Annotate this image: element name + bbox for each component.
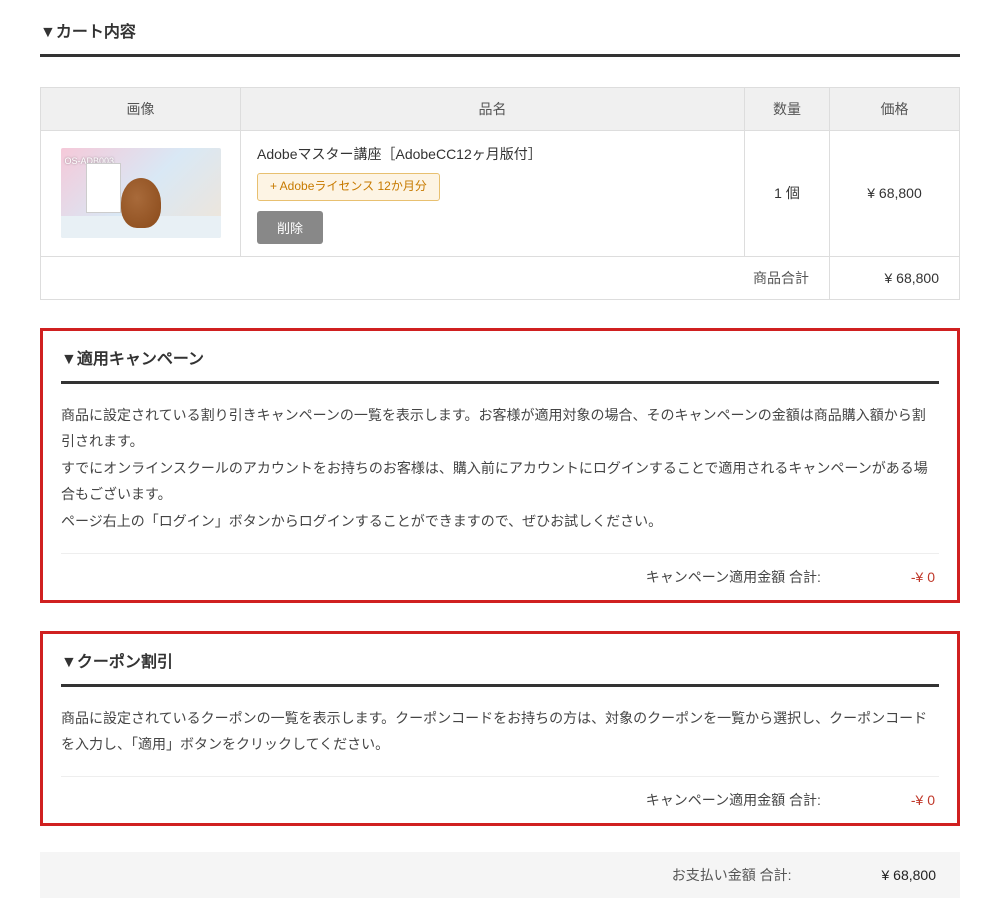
th-image: 画像	[41, 87, 241, 130]
subtotal-value: ¥ 68,800	[830, 256, 960, 299]
total-value: ¥ 68,800	[882, 864, 937, 886]
coupon-title: ▼クーポン割引	[61, 650, 939, 687]
total-label: お支払い金額 合計:	[672, 864, 792, 886]
campaign-section: ▼適用キャンペーン 商品に設定されている割り引きキャンペーンの一覧を表示します。…	[40, 328, 960, 603]
campaign-amount-label: キャンペーン適用金額 合計:	[646, 566, 821, 588]
th-price: 価格	[830, 87, 960, 130]
coupon-desc: 商品に設定されているクーポンの一覧を表示します。クーポンコードをお持ちの方は、対…	[61, 705, 939, 758]
delete-button[interactable]: 削除	[257, 211, 323, 244]
license-badge: + Adobeライセンス 12か月分	[257, 173, 440, 200]
th-name: 品名	[241, 87, 745, 130]
cell-image: OS-ADB003	[41, 130, 241, 256]
product-thumbnail: OS-ADB003	[61, 148, 221, 238]
coupon-amount-row: キャンペーン適用金額 合計: -¥ 0	[61, 776, 939, 823]
cart-section: ▼カート内容 画像 品名 数量 価格 OS-ADB003 Ad	[40, 20, 960, 300]
cart-table: 画像 品名 数量 価格 OS-ADB003 Adobeマスター講座［AdobeC…	[40, 87, 960, 300]
subtotal-label: 商品合計	[41, 256, 830, 299]
cart-title: ▼カート内容	[40, 20, 960, 57]
coupon-amount-value: -¥ 0	[911, 789, 935, 811]
cell-price: ¥ 68,800	[830, 130, 960, 256]
cell-qty: 1 個	[745, 130, 830, 256]
coupon-amount-label: キャンペーン適用金額 合計:	[646, 789, 821, 811]
coupon-section: ▼クーポン割引 商品に設定されているクーポンの一覧を表示します。クーポンコードを…	[40, 631, 960, 826]
th-qty: 数量	[745, 87, 830, 130]
subtotal-row: 商品合計 ¥ 68,800	[41, 256, 960, 299]
campaign-amount-row: キャンペーン適用金額 合計: -¥ 0	[61, 553, 939, 600]
campaign-desc: 商品に設定されている割り引きキャンペーンの一覧を表示します。お客様が適用対象の場…	[61, 402, 939, 535]
campaign-title: ▼適用キャンペーン	[61, 347, 939, 384]
campaign-amount-value: -¥ 0	[911, 566, 935, 588]
table-row: OS-ADB003 Adobeマスター講座［AdobeCC12ヶ月版付］ + A…	[41, 130, 960, 256]
product-name: Adobeマスター講座［AdobeCC12ヶ月版付］	[257, 143, 728, 165]
cell-product: Adobeマスター講座［AdobeCC12ヶ月版付］ + Adobeライセンス …	[241, 130, 745, 256]
total-bar: お支払い金額 合計: ¥ 68,800	[40, 852, 960, 898]
